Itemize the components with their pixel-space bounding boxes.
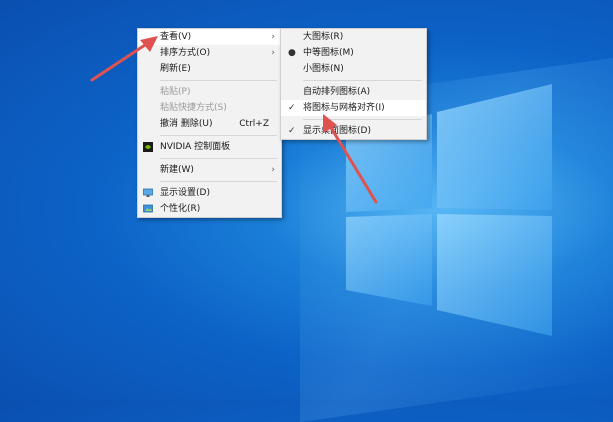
menu-item-label: 大图标(R) — [303, 32, 344, 42]
menu-item-label: 排序方式(O) — [160, 48, 211, 58]
context-menu-item[interactable]: NVIDIA 控制面板 — [138, 139, 281, 155]
menu-item-label: 中等图标(M) — [303, 48, 354, 58]
chevron-right-icon: › — [271, 32, 275, 42]
menu-separator — [303, 119, 422, 120]
menu-item-label: 撤消 删除(U) — [160, 119, 213, 129]
personalize-icon — [143, 204, 153, 213]
desktop-context-menu: 查看(V) › 排序方式(O) › 刷新(E) 粘贴(P) 粘贴快捷方式(S) 撤消 删除(U… — [137, 28, 282, 218]
radio-dot-icon: ● — [288, 48, 296, 58]
menu-item-label: 个性化(R) — [160, 204, 201, 214]
menu-item-label: 将图标与网格对齐(I) — [303, 103, 385, 113]
nvidia-icon — [143, 142, 153, 152]
view-submenu: 大图标(R) ● 中等图标(M) 小图标(N) 自动排列图标(A) ✓ 将图标与网格对齐(I… — [280, 28, 427, 140]
menu-item-label: 粘贴(P) — [160, 87, 191, 97]
menu-item-label: 自动排列图标(A) — [303, 87, 371, 97]
menu-item-shortcut: Ctrl+Z — [239, 119, 269, 129]
context-menu-item: 粘贴快捷方式(S) — [138, 100, 281, 116]
context-menu-item[interactable]: 刷新(E) — [138, 61, 281, 77]
menu-item-label: 粘贴快捷方式(S) — [160, 103, 227, 113]
menu-item-label: NVIDIA 控制面板 — [160, 142, 231, 152]
view-submenu-item[interactable]: ● 中等图标(M) — [281, 45, 426, 61]
checkmark-icon: ✓ — [288, 126, 296, 136]
chevron-right-icon: › — [271, 165, 275, 175]
view-submenu-item[interactable]: 小图标(N) — [281, 61, 426, 77]
menu-item-label: 查看(V) — [160, 32, 192, 42]
menu-item-label: 小图标(N) — [303, 64, 344, 74]
checkmark-icon: ✓ — [288, 103, 296, 113]
menu-separator — [160, 135, 277, 136]
context-menu-item[interactable]: 排序方式(O) › — [138, 45, 281, 61]
context-menu-item[interactable]: 显示设置(D) — [138, 185, 281, 201]
menu-separator — [303, 80, 422, 81]
view-submenu-item[interactable]: ✓ 将图标与网格对齐(I) — [281, 100, 426, 116]
chevron-right-icon: › — [271, 48, 275, 58]
context-menu-item[interactable]: 个性化(R) — [138, 201, 281, 217]
menu-item-label: 刷新(E) — [160, 64, 191, 74]
context-menu-item[interactable]: 查看(V) › — [138, 29, 281, 45]
menu-item-label: 显示桌面图标(D) — [303, 126, 371, 136]
view-submenu-item[interactable]: 自动排列图标(A) — [281, 84, 426, 100]
context-menu-item: 粘贴(P) — [138, 84, 281, 100]
menu-item-label: 显示设置(D) — [160, 188, 210, 198]
menu-separator — [160, 181, 277, 182]
menu-item-label: 新建(W) — [160, 165, 194, 175]
context-menu-item[interactable]: 撤消 删除(U) Ctrl+Z — [138, 116, 281, 132]
display-settings-icon — [143, 188, 153, 197]
context-menu-item[interactable]: 新建(W) › — [138, 162, 281, 178]
view-submenu-item[interactable]: ✓ 显示桌面图标(D) — [281, 123, 426, 139]
menu-separator — [160, 158, 277, 159]
view-submenu-item[interactable]: 大图标(R) — [281, 29, 426, 45]
menu-separator — [160, 80, 277, 81]
